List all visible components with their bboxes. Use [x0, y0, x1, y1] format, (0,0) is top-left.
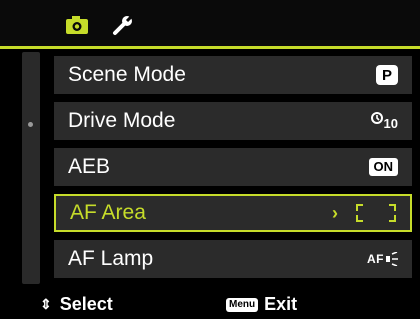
select-label: Select	[59, 294, 113, 314]
menu-item-value: ›	[332, 203, 396, 224]
menu-key-icon: Menu	[226, 297, 259, 312]
af-lamp-text: AF	[367, 251, 384, 266]
menu-item-af-area[interactable]: AF Area ›	[54, 194, 412, 232]
menu-item-scene-mode[interactable]: Scene Mode P	[54, 56, 412, 94]
tab-setup[interactable]	[108, 10, 138, 40]
menu-item-label: AF Area	[70, 201, 146, 224]
menu-tab-bar	[0, 0, 420, 46]
chevron-right-icon: ›	[332, 202, 338, 223]
program-mode-icon: P	[376, 65, 398, 85]
af-area-bracket-icon	[356, 204, 396, 222]
menu-item-value: 10	[370, 111, 398, 131]
on-badge-icon: ON	[368, 158, 398, 176]
select-hint: ⇕ Select	[40, 294, 113, 315]
menu-item-value: P	[376, 65, 398, 85]
exit-label: Exit	[264, 294, 298, 314]
menu-item-value: AF	[367, 251, 398, 268]
tab-underline	[0, 46, 420, 49]
up-down-arrow-icon: ⇕	[40, 296, 52, 312]
camera-icon	[66, 16, 88, 34]
menu-scrollbar[interactable]	[22, 52, 40, 284]
footer-hints: ⇕ Select Menu Exit	[0, 290, 420, 319]
menu-item-aeb[interactable]: AEB ON	[54, 148, 412, 186]
menu-item-af-lamp[interactable]: AF Lamp AF	[54, 240, 412, 278]
wrench-icon	[113, 14, 134, 35]
scroll-position-indicator	[28, 122, 33, 127]
self-timer-icon: 10	[370, 111, 398, 131]
menu-item-label: Scene Mode	[68, 63, 186, 86]
menu-item-value: ON	[368, 158, 398, 176]
menu-item-label: AEB	[68, 155, 111, 178]
menu-item-label: AF Lamp	[68, 247, 154, 270]
self-timer-seconds: 10	[383, 116, 398, 131]
menu-item-label: Drive Mode	[68, 109, 176, 132]
exit-hint: Menu Exit	[226, 294, 297, 315]
menu-item-drive-mode[interactable]: Drive Mode 10	[54, 102, 412, 140]
af-lamp-icon: AF	[367, 251, 398, 268]
tab-camera[interactable]	[62, 10, 92, 40]
